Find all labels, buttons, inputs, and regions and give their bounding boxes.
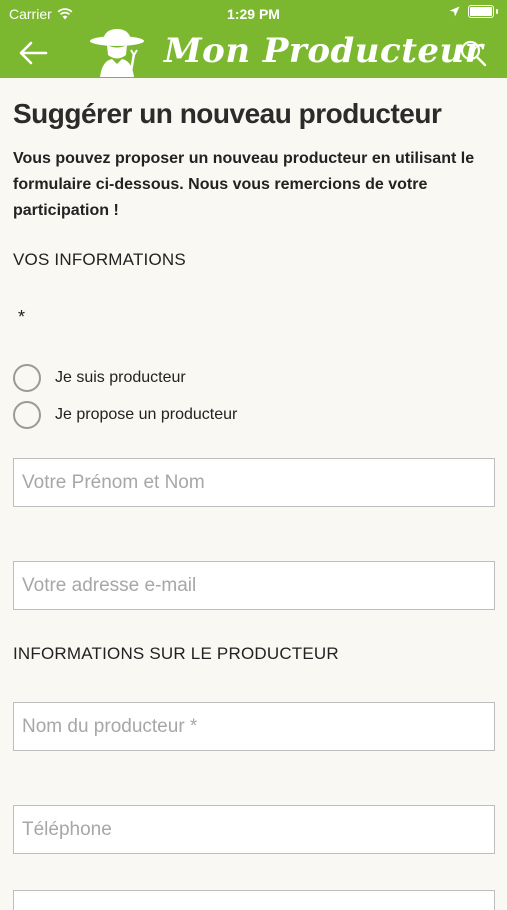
section-user-info-heading: VOS INFORMATIONS <box>13 250 186 269</box>
required-marker: * <box>18 307 26 327</box>
radio-label: Je propose un producteur <box>55 406 238 423</box>
app-header: Carrier 1:29 PM Mon Producteur <box>0 0 507 78</box>
radio-option-producer[interactable]: Je suis producteur <box>13 364 186 392</box>
phone-field[interactable] <box>13 805 495 854</box>
battery-icon <box>468 5 494 18</box>
status-right <box>449 5 498 18</box>
page-title: Suggérer un nouveau producteur <box>13 98 442 129</box>
brand-title: Mon Producteur <box>164 31 484 71</box>
radio-label: Je suis producteur <box>55 369 186 386</box>
suggestion-form-page: Suggérer un nouveau producteur Vous pouv… <box>13 96 495 910</box>
back-arrow-icon[interactable] <box>18 40 48 66</box>
farmer-logo-icon <box>90 29 144 78</box>
section-producer-info-heading: INFORMATIONS SUR LE PRODUCTEUR <box>13 644 339 663</box>
producer-name-field[interactable] <box>13 702 495 751</box>
battery-tip <box>496 9 498 14</box>
status-time: 1:29 PM <box>227 6 280 22</box>
full-name-field[interactable] <box>13 458 495 507</box>
radio-option-propose[interactable]: Je propose un producteur <box>13 401 237 429</box>
search-icon[interactable] <box>459 39 487 67</box>
intro-text: Vous pouvez proposer un nouveau producte… <box>13 150 475 219</box>
nav-bar: Mon Producteur <box>0 28 507 78</box>
radio-button[interactable] <box>13 401 41 429</box>
email-field[interactable] <box>13 561 495 610</box>
next-field-partial[interactable] <box>13 890 495 910</box>
location-arrow-icon <box>449 6 460 17</box>
radio-button[interactable] <box>13 364 41 392</box>
status-bar: Carrier 1:29 PM <box>0 0 507 28</box>
